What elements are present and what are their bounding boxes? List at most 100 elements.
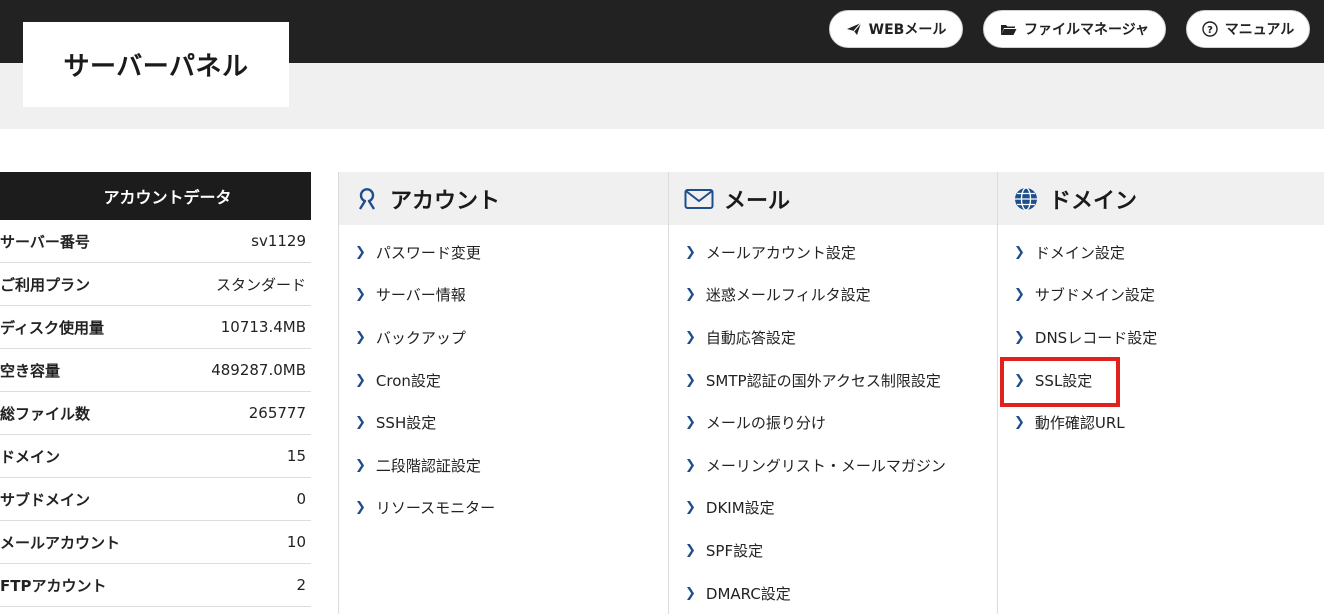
row-key: FTPアカウント bbox=[0, 576, 107, 595]
menu-item-label: 二段階認証設定 bbox=[375, 456, 481, 475]
menu-item-label: ドメイン設定 bbox=[1034, 243, 1125, 262]
chevron-right-icon: ❯ bbox=[685, 457, 696, 473]
account-menu: アカウント ❯ パスワード変更 ❯ サーバー情報 ❯ バックアップ ❯ Cron設定 ❯… bbox=[338, 172, 668, 614]
chevron-right-icon: ❯ bbox=[685, 415, 696, 431]
chevron-right-icon: ❯ bbox=[685, 244, 696, 260]
menu-item-label: サーバー情報 bbox=[375, 286, 466, 305]
menu-item-label: DKIM設定 bbox=[705, 499, 775, 518]
globe-icon bbox=[1013, 186, 1039, 212]
menu-item-dkim[interactable]: ❯ DKIM設定 bbox=[669, 487, 997, 530]
row-value: スタンダード bbox=[215, 275, 306, 294]
menu-item-domain-settings[interactable]: ❯ ドメイン設定 bbox=[998, 231, 1324, 274]
row-key: サブドメイン bbox=[0, 490, 91, 509]
menu-item-test-url[interactable]: ❯ 動作確認URL bbox=[998, 401, 1324, 444]
mail-menu-header: メール bbox=[669, 172, 997, 225]
account-data-row: 空き容量 489287.0MB bbox=[0, 349, 311, 392]
menu-item-password-change[interactable]: ❯ パスワード変更 bbox=[339, 231, 668, 274]
menu-item-label: SSH設定 bbox=[375, 414, 437, 433]
account-menu-header: アカウント bbox=[339, 172, 668, 225]
folder-icon bbox=[1000, 23, 1017, 36]
menu-item-label: メールの振り分け bbox=[705, 414, 826, 433]
row-value: 489287.0MB bbox=[211, 361, 306, 379]
menu-item-backup[interactable]: ❯ バックアップ bbox=[339, 316, 668, 359]
account-data-row: ディスク使用量 10713.4MB bbox=[0, 306, 311, 349]
menu-item-label: リソースモニター bbox=[375, 499, 496, 518]
row-key: ドメイン bbox=[0, 447, 61, 466]
chevron-right-icon: ❯ bbox=[685, 329, 696, 345]
account-data-row: メールアカウント 10 bbox=[0, 521, 311, 564]
user-icon bbox=[354, 186, 380, 212]
row-key: 総ファイル数 bbox=[0, 404, 91, 423]
chevron-right-icon: ❯ bbox=[355, 500, 366, 516]
domain-menu-header: ドメイン bbox=[998, 172, 1324, 225]
menu-item-cron[interactable]: ❯ Cron設定 bbox=[339, 359, 668, 402]
chevron-right-icon: ❯ bbox=[1014, 415, 1025, 431]
menu-item-resource-monitor[interactable]: ❯ リソースモニター bbox=[339, 487, 668, 530]
question-circle-icon: ? bbox=[1202, 21, 1218, 37]
menu-item-spam-filter[interactable]: ❯ 迷惑メールフィルタ設定 bbox=[669, 274, 997, 317]
menu-item-label: DNSレコード設定 bbox=[1034, 328, 1158, 347]
menu-item-spf[interactable]: ❯ SPF設定 bbox=[669, 529, 997, 572]
menu-item-subdomain-settings[interactable]: ❯ サブドメイン設定 bbox=[998, 274, 1324, 317]
menu-item-dns-records[interactable]: ❯ DNSレコード設定 bbox=[998, 316, 1324, 359]
account-data-row: FTPアカウント 2 bbox=[0, 564, 311, 607]
row-value: 10 bbox=[286, 533, 306, 551]
menu-item-mail-sorting[interactable]: ❯ メールの振り分け bbox=[669, 401, 997, 444]
domain-menu-title: ドメイン bbox=[1049, 188, 1138, 214]
menu-item-label: SPF設定 bbox=[705, 541, 764, 560]
row-value: sv1129 bbox=[251, 232, 306, 250]
menu-item-server-info[interactable]: ❯ サーバー情報 bbox=[339, 274, 668, 317]
menu-item-label: サブドメイン設定 bbox=[1034, 286, 1155, 305]
row-key: ディスク使用量 bbox=[0, 318, 104, 337]
menu-item-ssh[interactable]: ❯ SSH設定 bbox=[339, 401, 668, 444]
chevron-right-icon: ❯ bbox=[355, 415, 366, 431]
menu-item-dmarc[interactable]: ❯ DMARC設定 bbox=[669, 572, 997, 614]
menu-item-label: 自動応答設定 bbox=[705, 328, 796, 347]
menu-item-label: DMARC設定 bbox=[705, 584, 791, 603]
menu-item-label: パスワード変更 bbox=[375, 243, 481, 262]
mail-menu: メール ❯ メールアカウント設定 ❯ 迷惑メールフィルタ設定 ❯ 自動応答設定 ❯ SM… bbox=[668, 172, 997, 614]
row-value: 15 bbox=[286, 447, 306, 465]
menu-item-mailing-list[interactable]: ❯ メーリングリスト・メールマガジン bbox=[669, 444, 997, 487]
menu-item-label: Cron設定 bbox=[375, 371, 441, 390]
menu-item-label: 迷惑メールフィルタ設定 bbox=[705, 286, 871, 305]
chevron-right-icon: ❯ bbox=[355, 372, 366, 388]
row-key: メールアカウント bbox=[0, 533, 121, 552]
menu-item-label: メールアカウント設定 bbox=[705, 243, 856, 262]
menu-item-two-factor[interactable]: ❯ 二段階認証設定 bbox=[339, 444, 668, 487]
webmail-button[interactable]: WEBメール bbox=[829, 10, 963, 48]
chevron-right-icon: ❯ bbox=[685, 585, 696, 601]
file-manager-label: ファイルマネージャ bbox=[1023, 22, 1150, 38]
chevron-right-icon: ❯ bbox=[685, 542, 696, 558]
envelope-icon bbox=[684, 188, 714, 210]
menu-item-smtp-restriction[interactable]: ❯ SMTP認証の国外アクセス制限設定 bbox=[669, 359, 997, 402]
menu-item-label: バックアップ bbox=[375, 328, 466, 347]
menu-item-label: メーリングリスト・メールマガジン bbox=[705, 456, 946, 475]
manual-label: マニュアル bbox=[1224, 22, 1295, 38]
chevron-right-icon: ❯ bbox=[1014, 287, 1025, 303]
manual-button[interactable]: ? マニュアル bbox=[1186, 10, 1310, 48]
svg-text:?: ? bbox=[1207, 25, 1213, 36]
menu-item-label: SMTP認証の国外アクセス制限設定 bbox=[705, 371, 941, 390]
account-data-heading: アカウントデータ bbox=[0, 172, 311, 220]
chevron-right-icon: ❯ bbox=[685, 372, 696, 388]
row-key: 空き容量 bbox=[0, 361, 61, 380]
account-data-panel: アカウントデータ サーバー番号 sv1129 ご利用プラン スタンダード ディスク使… bbox=[0, 172, 311, 607]
chevron-right-icon: ❯ bbox=[355, 244, 366, 260]
chevron-right-icon: ❯ bbox=[685, 500, 696, 516]
webmail-label: WEBメール bbox=[868, 22, 947, 38]
menu-item-mail-account[interactable]: ❯ メールアカウント設定 bbox=[669, 231, 997, 274]
account-data-row: ご利用プラン スタンダード bbox=[0, 263, 311, 306]
page-title-box: サーバーパネル bbox=[23, 22, 289, 107]
row-value: 265777 bbox=[248, 404, 306, 422]
chevron-right-icon: ❯ bbox=[355, 329, 366, 345]
file-manager-button[interactable]: ファイルマネージャ bbox=[983, 10, 1166, 48]
page-title: サーバーパネル bbox=[63, 52, 249, 82]
chevron-right-icon: ❯ bbox=[355, 287, 366, 303]
chevron-right-icon: ❯ bbox=[685, 287, 696, 303]
paper-plane-icon bbox=[846, 22, 862, 36]
chevron-right-icon: ❯ bbox=[1014, 244, 1025, 260]
row-key: ご利用プラン bbox=[0, 275, 91, 294]
menu-item-auto-reply[interactable]: ❯ 自動応答設定 bbox=[669, 316, 997, 359]
menu-item-label: 動作確認URL bbox=[1034, 414, 1125, 433]
